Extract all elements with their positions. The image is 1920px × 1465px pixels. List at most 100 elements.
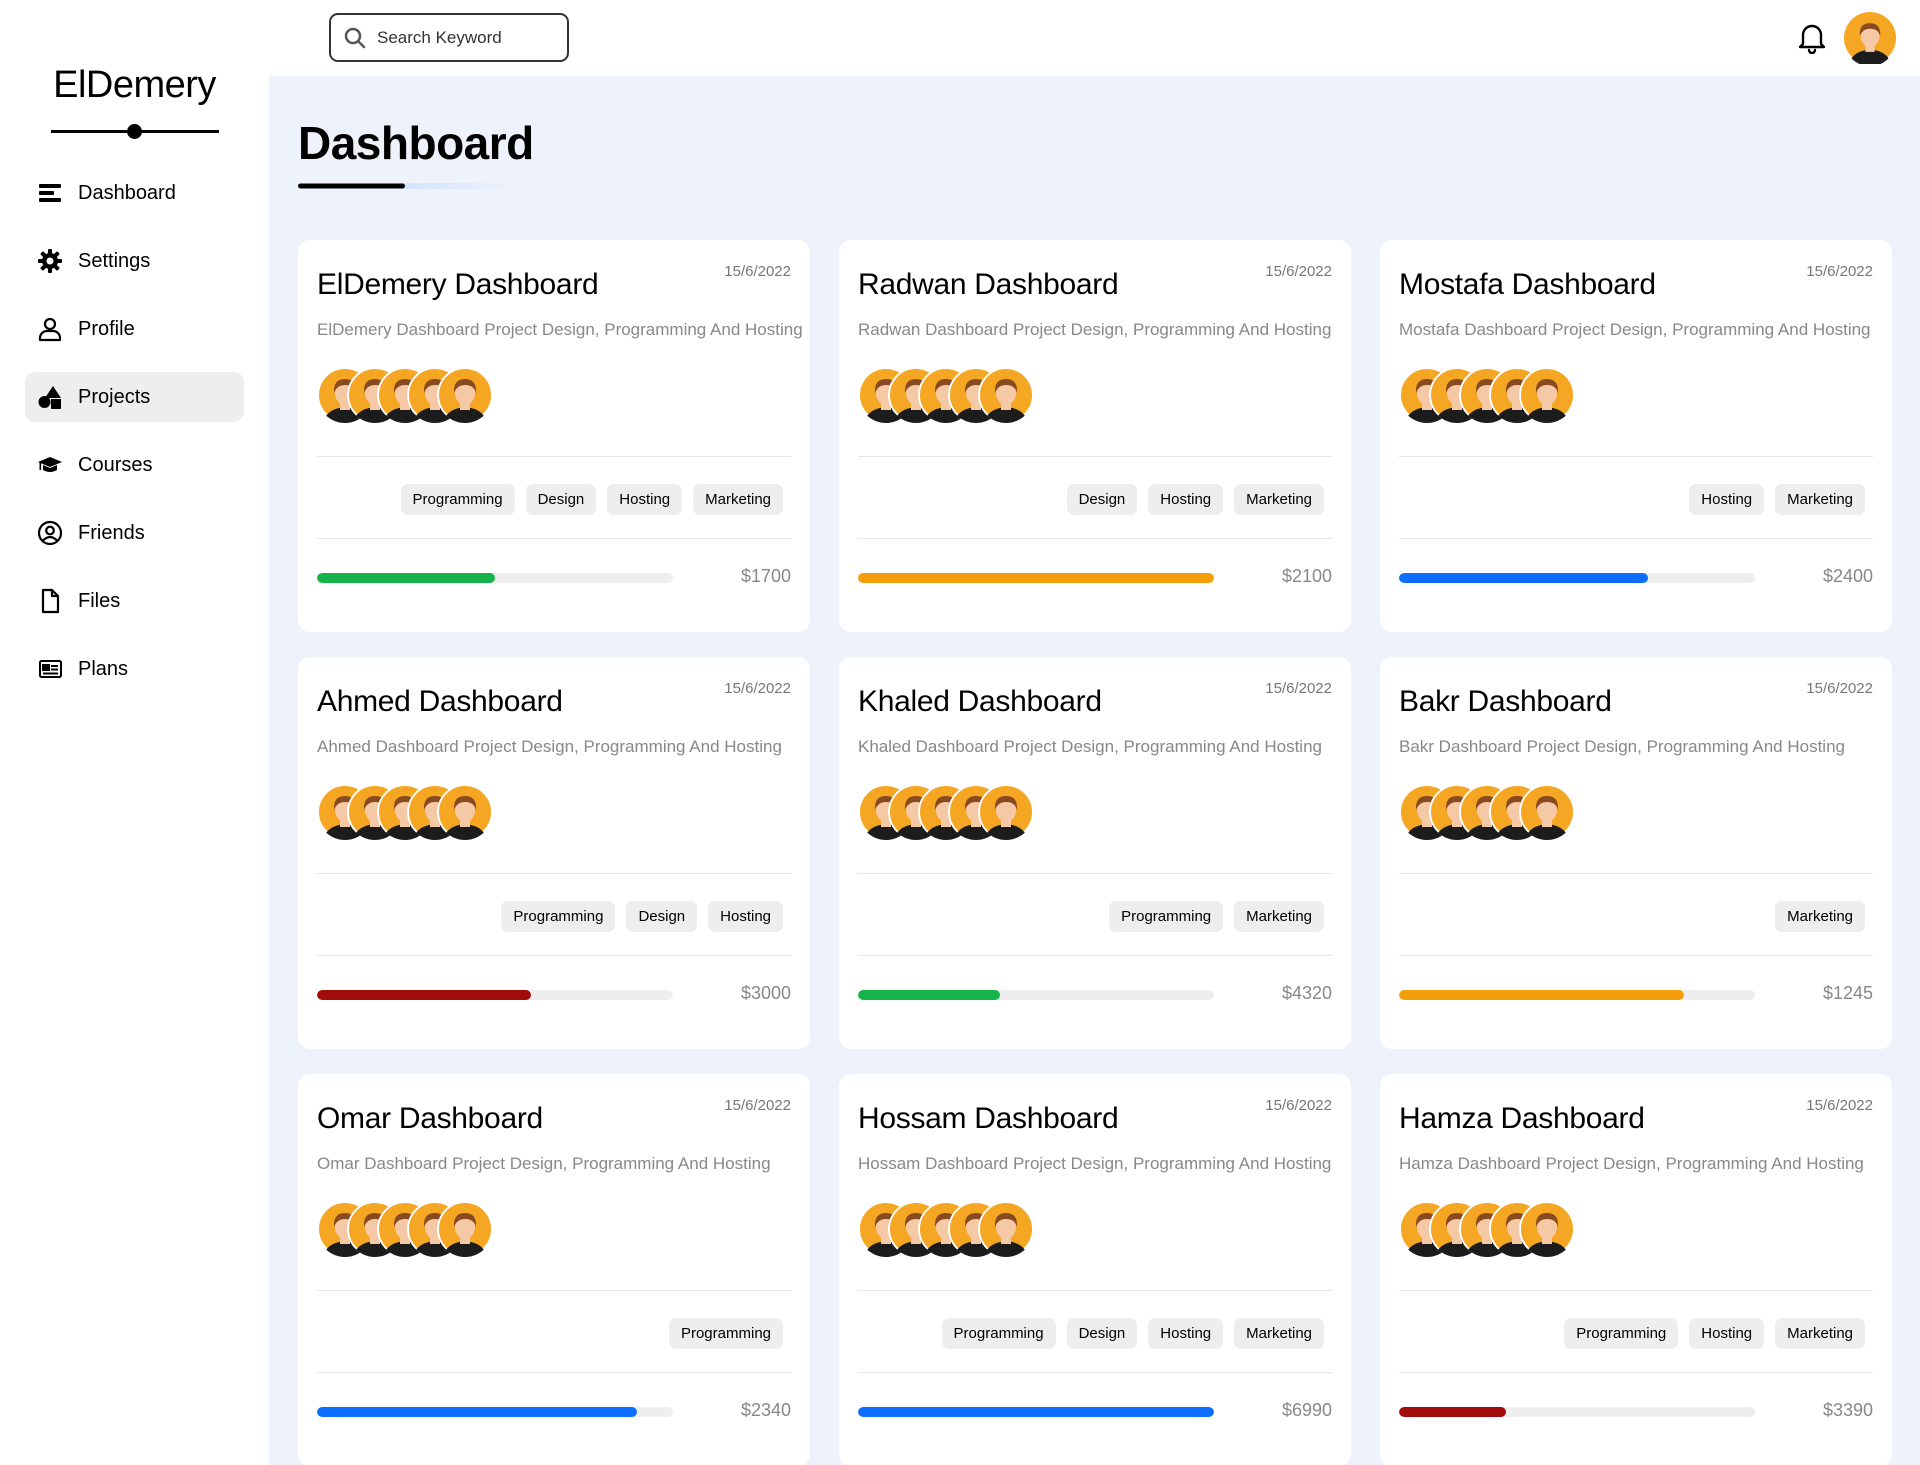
- sidebar-item-plans[interactable]: Plans: [25, 644, 244, 694]
- menu-bars-icon: [37, 180, 63, 206]
- user-avatar[interactable]: [1844, 12, 1896, 64]
- member-avatar: [437, 367, 493, 423]
- card-divider: [317, 1372, 791, 1373]
- tag-programming[interactable]: Programming: [668, 1318, 783, 1349]
- project-title: Mostafa Dashboard: [1399, 268, 1656, 301]
- member-avatar: [978, 784, 1034, 840]
- search-input[interactable]: [377, 27, 547, 48]
- card-divider: [317, 955, 791, 956]
- tag-hosting[interactable]: Hosting: [607, 484, 683, 515]
- sidebar-item-courses[interactable]: Courses: [25, 440, 244, 490]
- tag-design[interactable]: Design: [626, 901, 698, 932]
- sidebar: ElDemery Dashboard Settings Profile Project…: [0, 0, 269, 1465]
- project-card[interactable]: 15/6/2022 Hamza Dashboard Hamza Dashboard …: [1380, 1074, 1892, 1465]
- project-card[interactable]: 15/6/2022 ElDemery Dashboard ElDemery Dash…: [298, 240, 810, 632]
- member-avatar: [978, 367, 1034, 423]
- sidebar-item-projects[interactable]: Projects: [25, 372, 244, 422]
- project-description: Mostafa Dashboard Project Design, Progra…: [1399, 320, 1871, 339]
- search-box[interactable]: [329, 13, 569, 62]
- project-tags: Programming Marketing: [1109, 901, 1324, 932]
- card-divider: [1399, 456, 1873, 457]
- project-progress-bar: [858, 573, 1214, 583]
- sidebar-item-settings[interactable]: Settings: [25, 236, 244, 286]
- project-description: Radwan Dashboard Project Design, Program…: [858, 320, 1332, 339]
- card-divider: [1399, 538, 1873, 539]
- project-tags: Programming Design Hosting: [501, 901, 783, 932]
- project-price: $3390: [1822, 1400, 1873, 1420]
- progress-fill: [317, 573, 495, 583]
- project-description: Ahmed Dashboard Project Design, Programm…: [317, 737, 782, 756]
- tag-marketing[interactable]: Marketing: [1234, 901, 1324, 932]
- tag-marketing[interactable]: Marketing: [1775, 484, 1865, 515]
- project-card[interactable]: 15/6/2022 Hossam Dashboard Hossam Dashboar…: [839, 1074, 1351, 1465]
- project-progress-bar: [1399, 573, 1755, 583]
- member-avatar: [1519, 1201, 1575, 1257]
- projects-grid: 15/6/2022 ElDemery Dashboard ElDemery Dash…: [298, 240, 1892, 1465]
- tag-marketing[interactable]: Marketing: [1234, 1318, 1324, 1349]
- sidebar-item-friends[interactable]: Friends: [25, 508, 244, 558]
- tag-hosting[interactable]: Hosting: [1148, 484, 1224, 515]
- sidebar-item-label: Projects: [78, 385, 151, 408]
- team-avatars: [858, 1201, 1034, 1259]
- project-price: $2340: [740, 1400, 791, 1420]
- tag-programming[interactable]: Programming: [1564, 1318, 1679, 1349]
- sidebar-nav: Dashboard Settings Profile Projects Courses F…: [25, 168, 244, 712]
- sidebar-item-files[interactable]: Files: [25, 576, 244, 626]
- title-underline: [298, 183, 512, 189]
- project-date: 15/6/2022: [724, 263, 791, 280]
- tag-design[interactable]: Design: [1066, 1318, 1138, 1349]
- project-progress-bar: [858, 1407, 1214, 1417]
- tag-hosting[interactable]: Hosting: [1689, 1318, 1765, 1349]
- project-tags: Programming Hosting Marketing: [1564, 1318, 1865, 1349]
- team-avatars: [858, 784, 1034, 842]
- tag-hosting[interactable]: Hosting: [1689, 484, 1765, 515]
- tag-hosting[interactable]: Hosting: [1148, 1318, 1224, 1349]
- sidebar-item-label: Files: [78, 589, 121, 612]
- card-divider: [1399, 873, 1873, 874]
- sidebar-item-label: Courses: [78, 453, 153, 476]
- project-description: Bakr Dashboard Project Design, Programmi…: [1399, 737, 1845, 756]
- project-description: Omar Dashboard Project Design, Programmi…: [317, 1154, 771, 1173]
- project-description: ElDemery Dashboard Project Design, Progr…: [317, 320, 803, 339]
- tag-programming[interactable]: Programming: [501, 901, 616, 932]
- card-divider: [858, 456, 1332, 457]
- tag-marketing[interactable]: Marketing: [1234, 484, 1324, 515]
- progress-fill: [317, 1407, 638, 1417]
- sidebar-item-label: Profile: [78, 317, 135, 340]
- project-progress-bar: [1399, 1407, 1755, 1417]
- tag-marketing[interactable]: Marketing: [1775, 901, 1865, 932]
- tag-design[interactable]: Design: [1066, 484, 1138, 515]
- project-card[interactable]: 15/6/2022 Radwan Dashboard Radwan Dashboar…: [839, 240, 1351, 632]
- project-title: Radwan Dashboard: [858, 268, 1119, 301]
- project-price: $4320: [1281, 983, 1332, 1003]
- sidebar-item-dashboard[interactable]: Dashboard: [25, 168, 244, 218]
- project-price: $1700: [740, 566, 791, 586]
- sidebar-item-profile[interactable]: Profile: [25, 304, 244, 354]
- project-card[interactable]: 15/6/2022 Ahmed Dashboard Ahmed Dashboard …: [298, 657, 810, 1049]
- card-divider: [317, 1290, 791, 1291]
- card-divider: [1399, 1290, 1873, 1291]
- tag-programming[interactable]: Programming: [1109, 901, 1224, 932]
- project-date: 15/6/2022: [1806, 263, 1873, 280]
- tag-marketing[interactable]: Marketing: [1775, 1318, 1865, 1349]
- project-progress-bar: [317, 573, 673, 583]
- project-date: 15/6/2022: [1265, 263, 1332, 280]
- card-divider: [858, 1372, 1332, 1373]
- project-card[interactable]: 15/6/2022 Omar Dashboard Omar Dashboard Pr…: [298, 1074, 810, 1465]
- tag-programming[interactable]: Programming: [400, 484, 515, 515]
- tag-design[interactable]: Design: [525, 484, 597, 515]
- project-card[interactable]: 15/6/2022 Bakr Dashboard Bakr Dashboard Pr…: [1380, 657, 1892, 1049]
- tag-marketing[interactable]: Marketing: [693, 484, 783, 515]
- project-card[interactable]: 15/6/2022 Mostafa Dashboard Mostafa Dashbo…: [1380, 240, 1892, 632]
- project-title: Khaled Dashboard: [858, 685, 1102, 718]
- tag-hosting[interactable]: Hosting: [708, 901, 783, 932]
- project-tags: Hosting Marketing: [1689, 484, 1865, 515]
- project-card[interactable]: 15/6/2022 Khaled Dashboard Khaled Dashboar…: [839, 657, 1351, 1049]
- project-tags: Programming Design Hosting Marketing: [941, 1318, 1324, 1349]
- user-circle-icon: [37, 520, 63, 546]
- bell-icon[interactable]: [1796, 20, 1828, 54]
- tag-programming[interactable]: Programming: [941, 1318, 1056, 1349]
- project-tags: Design Hosting Marketing: [1066, 484, 1324, 515]
- project-date: 15/6/2022: [1806, 680, 1873, 697]
- card-divider: [858, 538, 1332, 539]
